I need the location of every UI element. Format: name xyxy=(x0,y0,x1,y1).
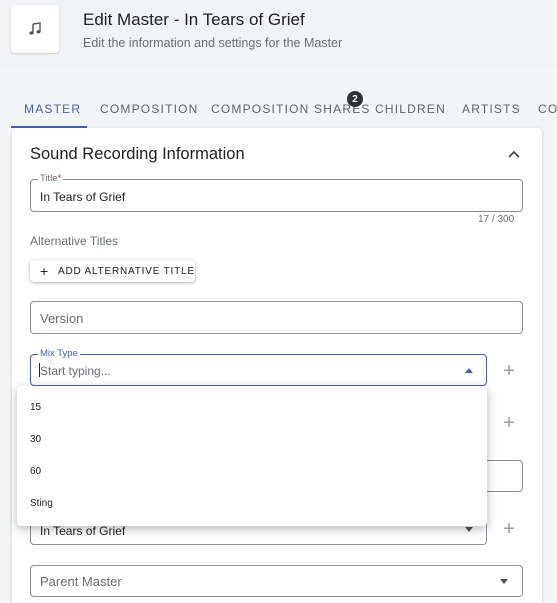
tab-master[interactable]: MASTER xyxy=(24,102,81,116)
parent-master-caret-icon[interactable] xyxy=(500,579,508,584)
section-title: Sound Recording Information xyxy=(30,145,245,163)
mix-type-placeholder: Start typing... xyxy=(40,364,111,378)
add-row-plus-icon-2[interactable]: + xyxy=(501,519,517,539)
tab-bar: MASTER COMPOSITION COMPOSITION SHARES 2 … xyxy=(0,88,557,128)
text-cursor xyxy=(39,363,40,377)
tab-children[interactable]: CHILDREN xyxy=(375,102,446,116)
page-title: Edit Master - In Tears of Grief xyxy=(83,10,305,29)
tab-composition-shares[interactable]: COMPOSITION SHARES xyxy=(211,102,371,116)
page-header: Edit Master - In Tears of Grief Edit the… xyxy=(0,0,557,66)
mix-type-field[interactable]: Mix Type Start typing... xyxy=(30,348,487,386)
tab-artists[interactable]: ARTISTS xyxy=(462,102,521,116)
parent-master-placeholder: Parent Master xyxy=(40,574,122,589)
mix-type-dropdown: 15 30 60 Sting xyxy=(17,386,487,526)
tab-composition[interactable]: COMPOSITION xyxy=(100,102,199,116)
chevron-up-icon[interactable] xyxy=(506,147,522,161)
version-field[interactable]: Version xyxy=(30,301,523,334)
title-field-label: Title* xyxy=(38,173,64,185)
add-row-plus-icon[interactable]: + xyxy=(501,413,517,433)
partial-select-value: In Tears of Grief xyxy=(40,524,126,538)
mix-type-option[interactable]: 15 xyxy=(30,402,41,413)
music-note-icon xyxy=(11,5,59,53)
parent-master-field[interactable]: Parent Master xyxy=(30,565,523,597)
mix-type-option[interactable]: 60 xyxy=(30,466,41,477)
mix-type-option[interactable]: Sting xyxy=(30,498,53,509)
mix-type-label: Mix Type xyxy=(38,348,80,360)
add-mix-type-plus-icon[interactable]: + xyxy=(501,361,517,381)
add-alternative-title-button[interactable]: + ADD ALTERNATIVE TITLE xyxy=(30,260,195,282)
plus-icon: + xyxy=(40,263,49,279)
composition-shares-count-badge: 2 xyxy=(347,91,363,107)
title-field-value: In Tears of Grief xyxy=(40,190,126,204)
mix-type-option[interactable]: 30 xyxy=(30,434,41,445)
caret-up-icon[interactable] xyxy=(465,368,473,373)
required-marker: * xyxy=(57,173,62,184)
alternative-titles-label: Alternative Titles xyxy=(30,234,119,248)
title-field[interactable]: Title* In Tears of Grief xyxy=(30,173,523,212)
add-alternative-title-label: ADD ALTERNATIVE TITLE xyxy=(57,265,195,277)
page-subtitle: Edit the information and settings for th… xyxy=(83,36,343,50)
title-char-counter: 17 / 300 xyxy=(478,214,515,225)
caret-down-icon[interactable] xyxy=(465,527,473,532)
version-placeholder: Version xyxy=(40,311,84,326)
tab-truncated[interactable]: CO xyxy=(538,102,557,116)
